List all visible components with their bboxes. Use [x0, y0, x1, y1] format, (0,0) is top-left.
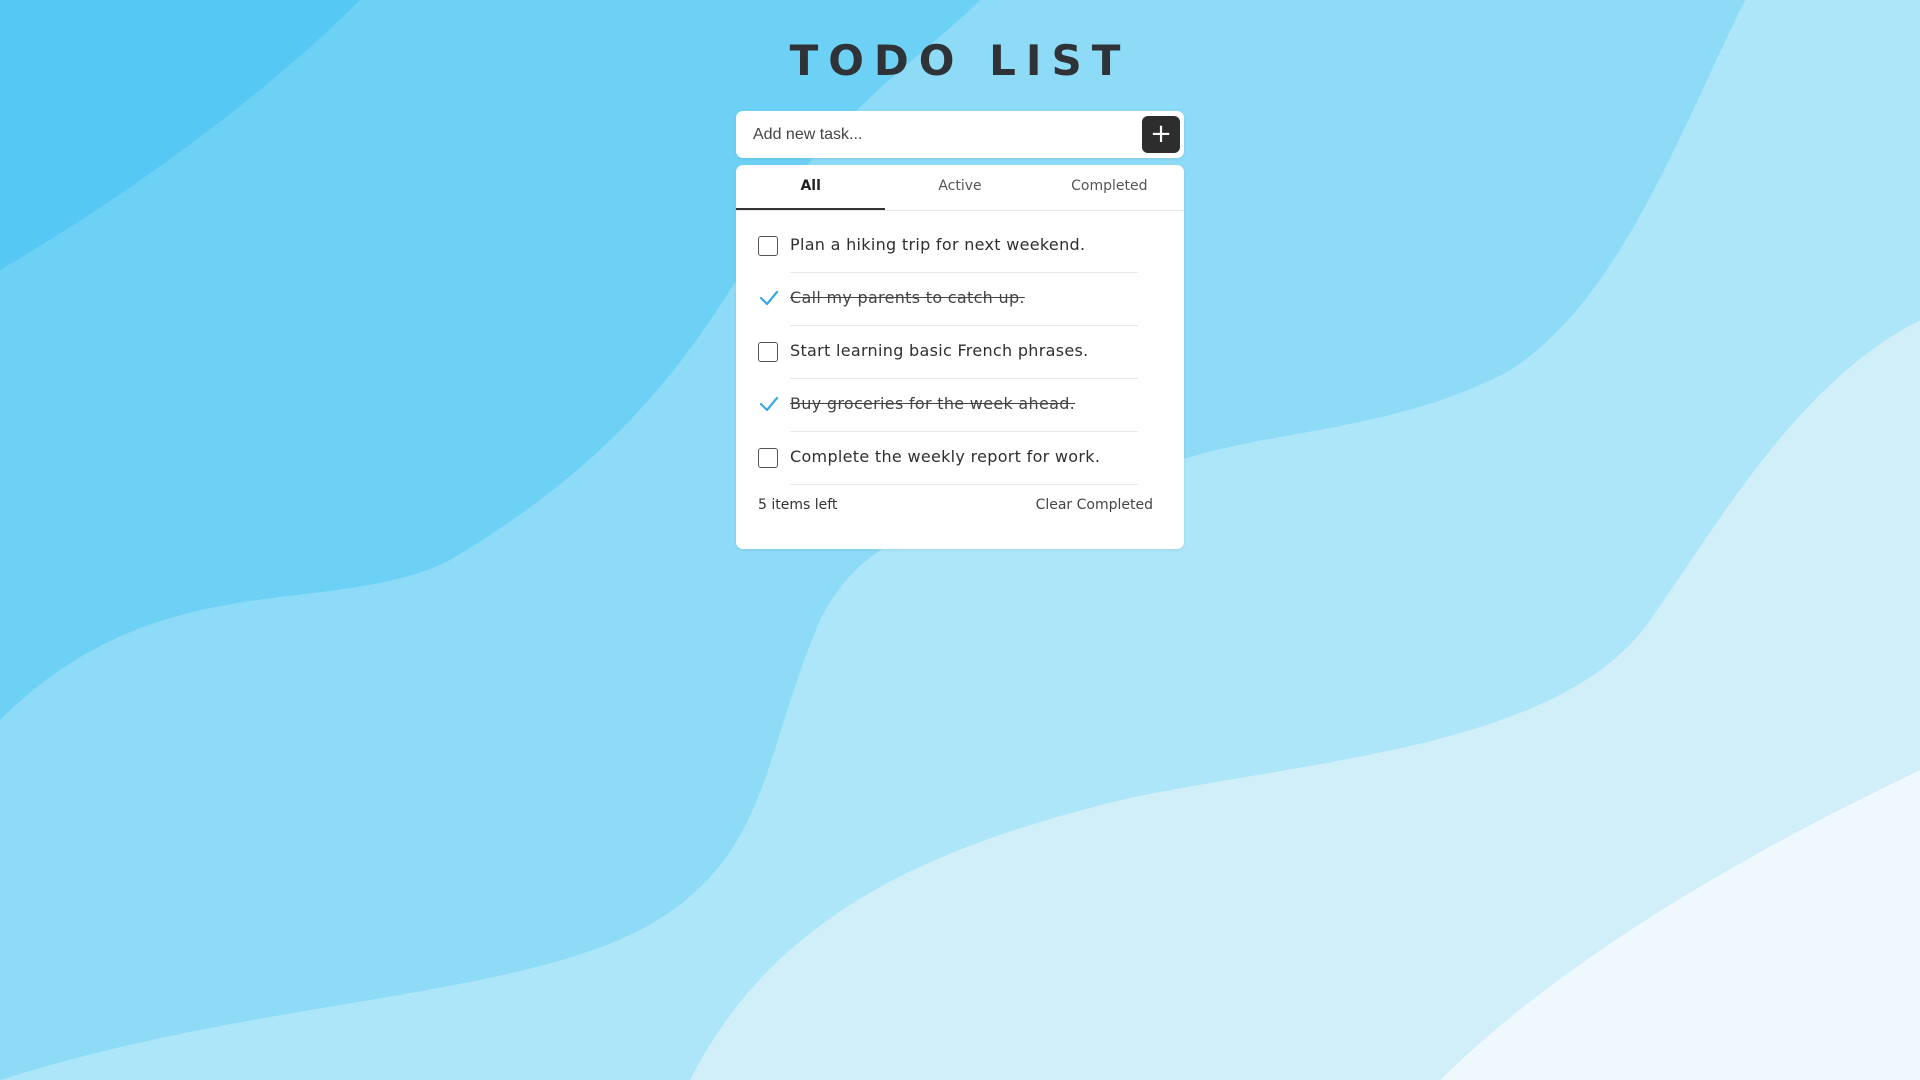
add-task-button[interactable]: + [1142, 116, 1180, 153]
page-title: TODO LIST [789, 36, 1131, 85]
clear-completed-button[interactable]: Clear Completed [1036, 497, 1153, 513]
new-task-input[interactable] [736, 111, 1126, 158]
checkmark-icon[interactable] [758, 394, 780, 414]
tab-completed[interactable]: Completed [1035, 165, 1184, 210]
task-text: Call my parents to catch up. [790, 288, 1025, 307]
task-item: Complete the weekly report for work. [758, 432, 1153, 485]
task-text: Buy groceries for the week ahead. [790, 394, 1076, 413]
task-list: Plan a hiking trip for next weekend. Cal… [758, 220, 1153, 485]
checkmark-icon[interactable] [758, 288, 780, 308]
checkbox-empty[interactable] [758, 236, 778, 256]
task-text: Plan a hiking trip for next weekend. [790, 235, 1086, 254]
todo-app: TODO LIST + All Active Completed Plan a … [0, 0, 1920, 1080]
task-card: All Active Completed Plan a hiking trip … [736, 165, 1184, 549]
task-item: Plan a hiking trip for next weekend. [758, 220, 1153, 273]
tab-all[interactable]: All [736, 165, 886, 210]
task-footer: 5 items left Clear Completed [758, 497, 1153, 517]
checkbox-empty[interactable] [758, 342, 778, 362]
filter-tabs: All Active Completed [736, 165, 1184, 211]
task-text: Start learning basic French phrases. [790, 341, 1089, 360]
task-item: Call my parents to catch up. [758, 273, 1153, 326]
divider [790, 484, 1138, 485]
tab-active[interactable]: Active [885, 165, 1034, 210]
task-item: Buy groceries for the week ahead. [758, 379, 1153, 432]
checkbox-empty[interactable] [758, 448, 778, 468]
task-item: Start learning basic French phrases. [758, 326, 1153, 379]
plus-icon: + [1150, 119, 1172, 149]
add-task-form: + [736, 111, 1184, 158]
items-left-count: 5 items left [758, 497, 838, 513]
task-text: Complete the weekly report for work. [790, 447, 1101, 466]
